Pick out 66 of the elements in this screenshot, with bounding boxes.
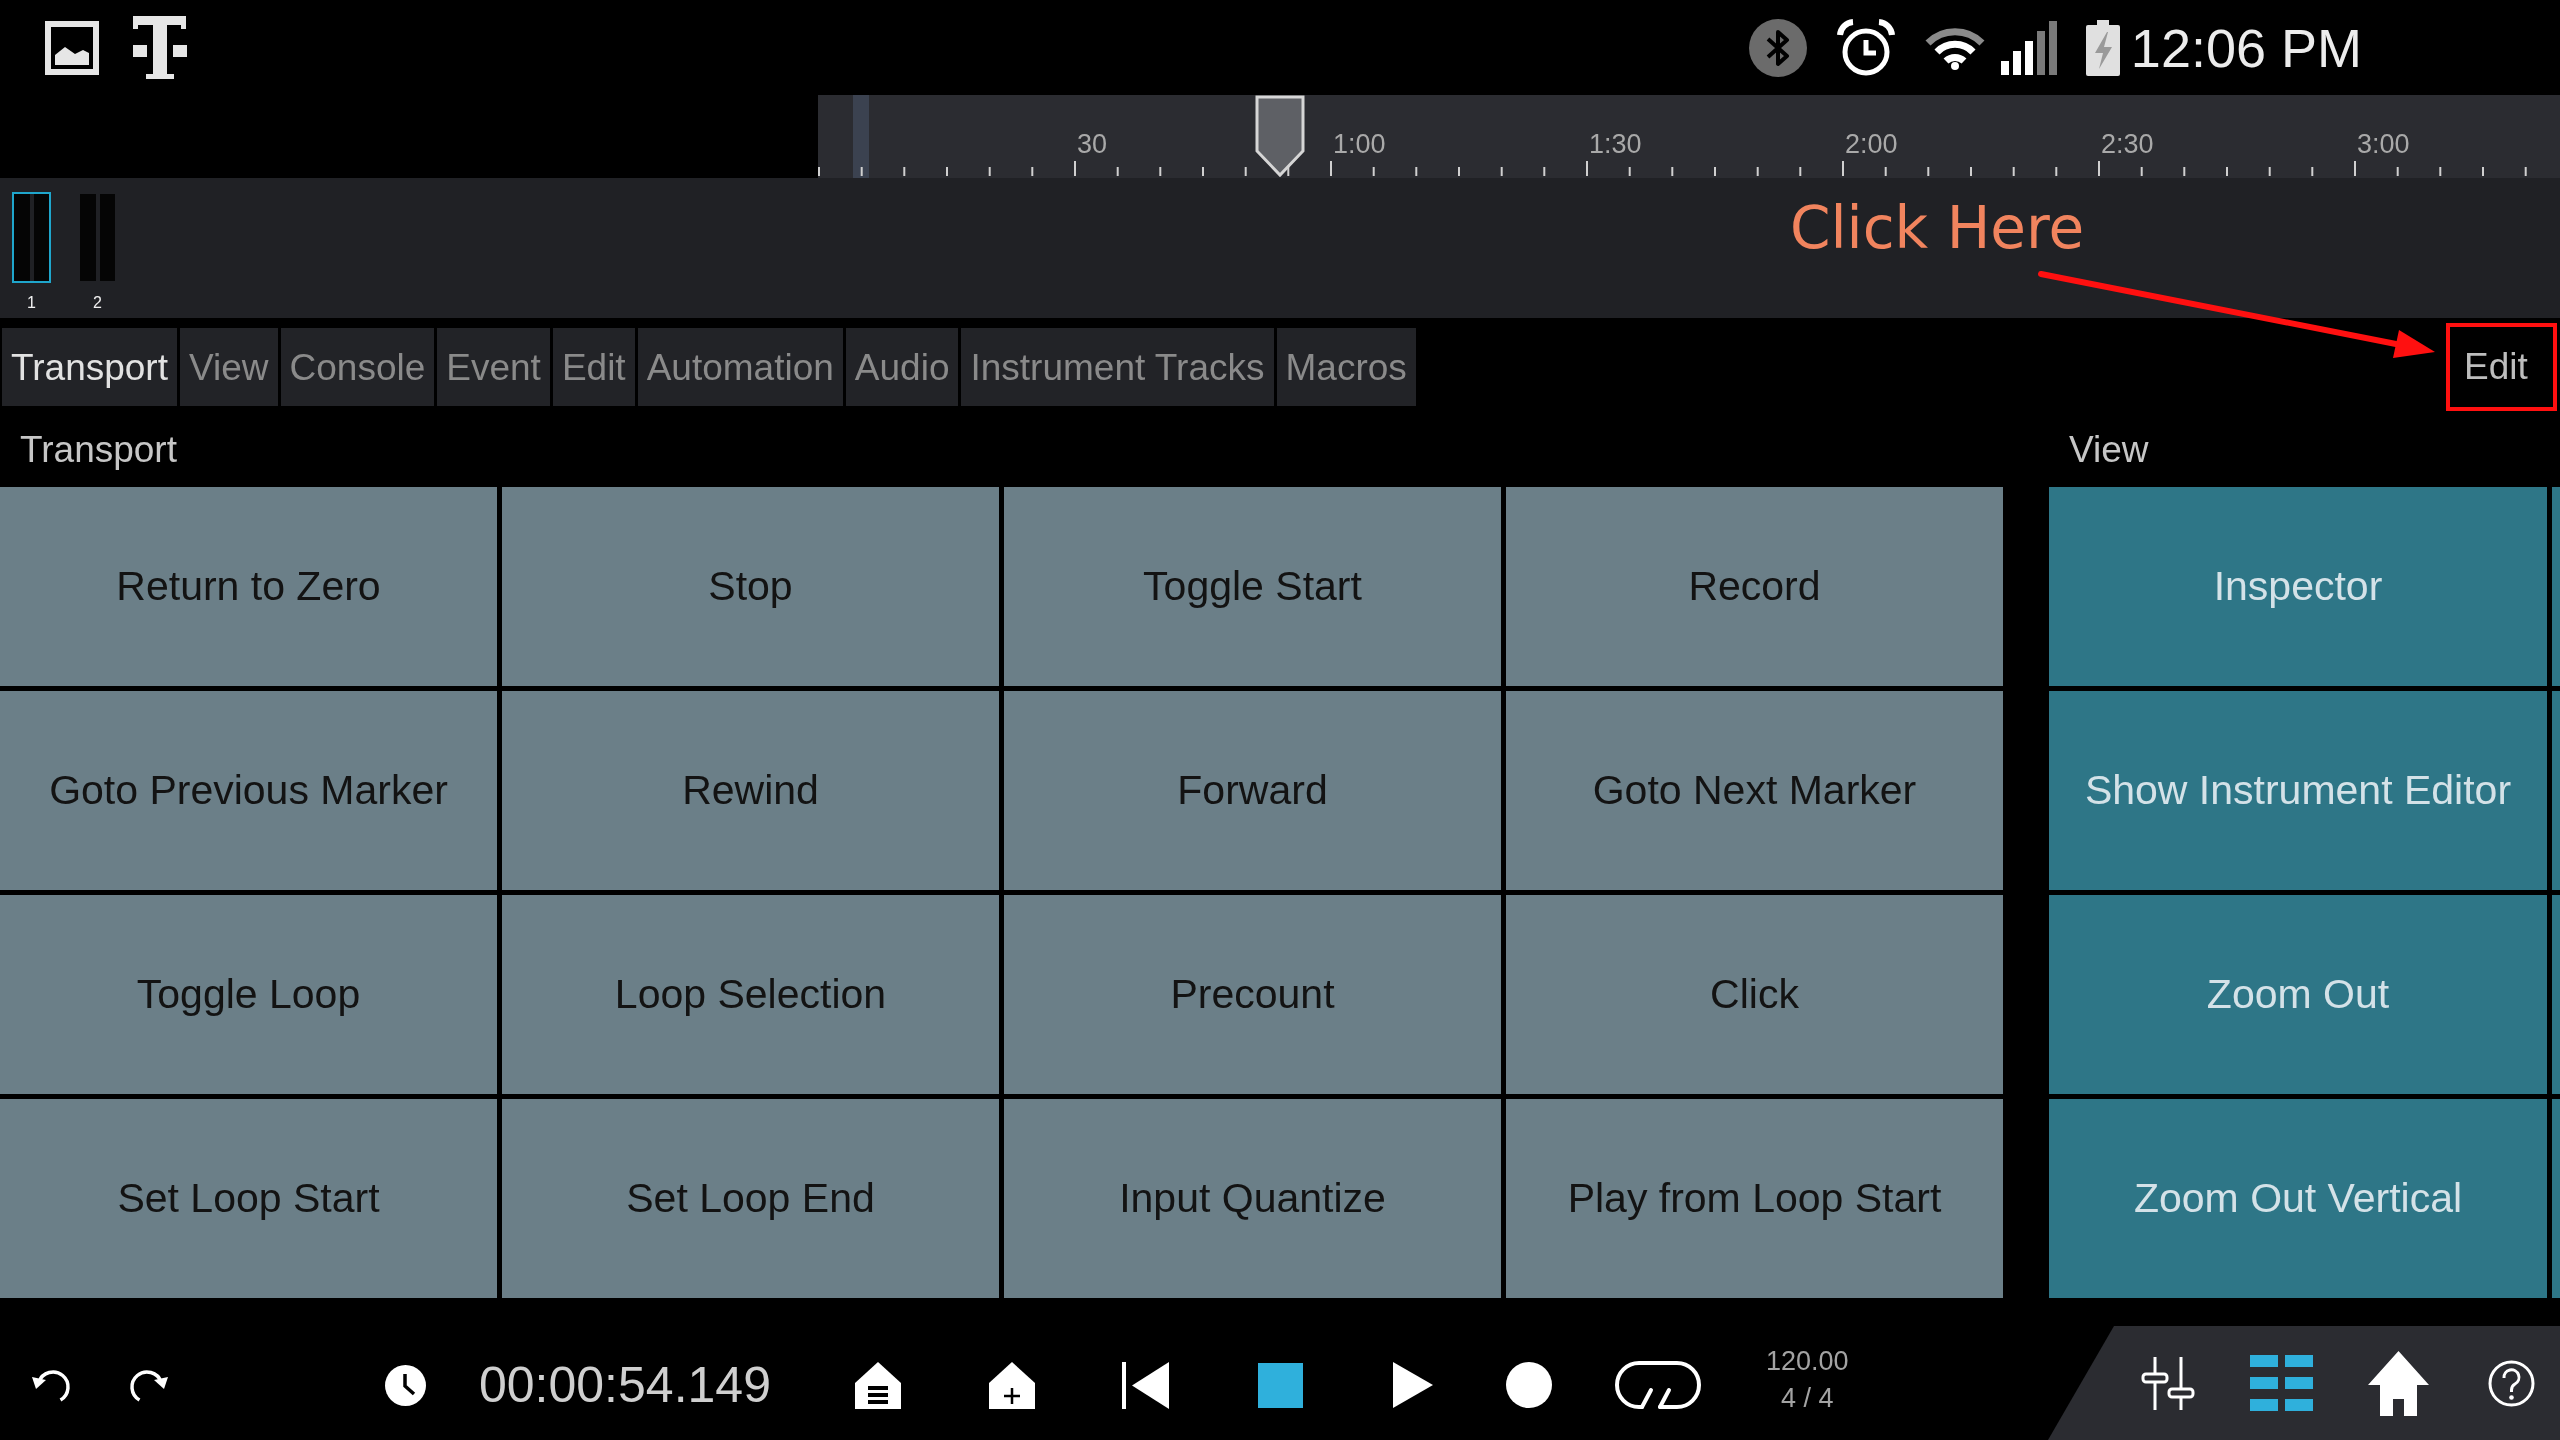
- timeline-ruler[interactable]: 30 1:00 1:30 2:00 2:30 3:00: [818, 95, 2560, 178]
- macro-button[interactable]: Toggle Loop: [0, 895, 497, 1094]
- skip-back-icon[interactable]: [1121, 1361, 1169, 1409]
- home-icon[interactable]: [2368, 1350, 2429, 1416]
- house-list-icon[interactable]: [854, 1361, 901, 1409]
- alarm-clock-icon: [1835, 17, 1896, 78]
- macro-button[interactable]: Click: [1506, 895, 2003, 1094]
- macro-button[interactable]: Zoom Out: [2049, 895, 2547, 1094]
- macro-button[interactable]: Stop: [502, 487, 999, 686]
- macro-button[interactable]: Goto Next Marker: [1506, 691, 2003, 890]
- macro-button[interactable]: Record: [1506, 487, 2003, 686]
- record-icon[interactable]: [1505, 1362, 1552, 1408]
- macro-button[interactable]: Play from Loop Start: [1506, 1099, 2003, 1298]
- edit-button[interactable]: Edit: [2450, 327, 2553, 407]
- logo-icon: [131, 16, 190, 79]
- tab[interactable]: Instrument Tracks: [961, 328, 1274, 406]
- macro-button[interactable]: Goto Previous Marker: [0, 691, 497, 890]
- tab[interactable]: Macros: [1276, 328, 1416, 406]
- macro-button[interactable]: Zoom Out Vertical: [2049, 1099, 2547, 1298]
- time-signature: 4 / 4: [1780, 1385, 1834, 1412]
- macro-button[interactable]: Set Loop Start: [0, 1099, 497, 1298]
- time-label: 3:00: [2357, 129, 2410, 159]
- tab[interactable]: Event: [437, 328, 550, 406]
- stop-icon[interactable]: [1257, 1362, 1303, 1408]
- macro-button[interactable]: Toggle Start: [1004, 487, 1501, 686]
- macro-button[interactable]: Set Loop End: [502, 1099, 999, 1298]
- help-icon[interactable]: [2488, 1358, 2535, 1408]
- macro-button[interactable]: Rewind: [502, 691, 999, 890]
- signal-bars-icon: [2000, 20, 2057, 75]
- tab[interactable]: Audio: [845, 328, 959, 406]
- annotation-text: Click Here: [1790, 199, 2085, 257]
- clock-icon[interactable]: [385, 1364, 426, 1406]
- macro-button[interactable]: Return to Zero: [0, 487, 497, 686]
- track-number: 2: [93, 295, 102, 311]
- macro-button[interactable]: Loop Selection: [502, 895, 999, 1094]
- time-label: 2:30: [2101, 129, 2154, 159]
- battery-icon: [2085, 19, 2120, 76]
- tab[interactable]: Console: [280, 328, 435, 406]
- macro-button[interactable]: Precount: [1004, 895, 1501, 1094]
- time-label: 2:00: [1845, 129, 1898, 159]
- tab[interactable]: View: [179, 328, 278, 406]
- gallery-icon[interactable]: [45, 20, 99, 75]
- macro-button[interactable]: Input Quantize: [1004, 1099, 1501, 1298]
- time-display: 00:00:54.149: [479, 1360, 771, 1410]
- macro-button[interactable]: Forward: [1004, 691, 1501, 890]
- status-time: 12:06 PM: [2130, 20, 2362, 75]
- track-number: 1: [27, 295, 36, 311]
- time-label: 1:00: [1333, 129, 1386, 159]
- grid-icon[interactable]: [2250, 1355, 2313, 1411]
- track-meter[interactable]: [78, 192, 117, 283]
- house-plus-icon[interactable]: [988, 1361, 1035, 1409]
- tempo-readout: 120.00: [1765, 1348, 1849, 1375]
- macro-button[interactable]: Inspector: [2049, 487, 2547, 686]
- section-title: View: [2069, 430, 2149, 468]
- loop-icon[interactable]: [1614, 1360, 1701, 1410]
- macro-button[interactable]: Show Instrument Editor: [2049, 691, 2547, 890]
- tab[interactable]: Transport: [2, 328, 177, 406]
- play-icon[interactable]: [1392, 1362, 1433, 1408]
- tab[interactable]: Edit: [552, 328, 635, 406]
- time-label: 1:30: [1589, 129, 1642, 159]
- time-label: 30: [1077, 129, 1108, 159]
- track-meter[interactable]: [12, 192, 51, 283]
- sliders-icon[interactable]: [2140, 1356, 2196, 1410]
- section-title: Transport: [20, 430, 177, 468]
- bluetooth-icon: [1748, 18, 1807, 77]
- tab[interactable]: Automation: [637, 328, 843, 406]
